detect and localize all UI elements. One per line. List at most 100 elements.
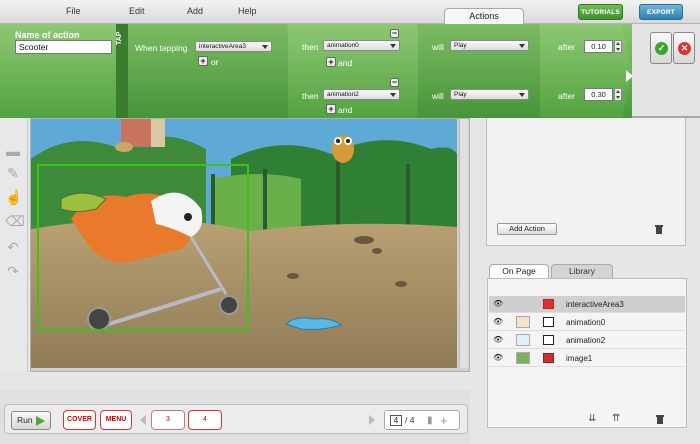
image-icon — [543, 353, 554, 363]
and-label-1: and — [338, 58, 353, 68]
chevron-right-icon[interactable] — [369, 415, 375, 425]
action-editor: Name of action Scooter TAP When tapping … — [0, 24, 700, 118]
object-dropdown-2[interactable]: animation2 — [323, 89, 400, 100]
rock — [287, 273, 299, 279]
rectangle-tool-icon[interactable]: ▬ — [5, 144, 21, 158]
layer-thumbnail — [516, 316, 530, 328]
delay-stepper-2[interactable] — [614, 88, 622, 101]
chevron-down-icon — [519, 93, 525, 97]
trigger-target-dropdown[interactable]: interactiveArea3 — [195, 41, 272, 52]
menu-edit[interactable]: Edit — [129, 6, 145, 16]
after-label-1: after — [558, 42, 576, 52]
object-value-1: animation0 — [327, 42, 359, 49]
paint-brush-icon[interactable]: ✎ — [5, 166, 21, 180]
rock — [395, 281, 407, 287]
add-trigger-button[interactable]: + — [198, 56, 208, 66]
menu-help[interactable]: Help — [238, 6, 257, 16]
remove-row-2-button[interactable]: − — [390, 78, 399, 87]
scooter-wheel — [87, 307, 111, 331]
run-button[interactable]: Run — [11, 411, 51, 430]
chevron-left-icon[interactable] — [140, 415, 146, 425]
layer-row[interactable]: 👁 interactiveArea3 — [489, 296, 685, 313]
menu-add[interactable]: Add — [187, 6, 203, 16]
move-layer-up-icon[interactable]: ⇈ — [612, 413, 620, 424]
eye-icon[interactable]: 👁 — [493, 336, 503, 344]
layer-row[interactable]: 👁 animation0 — [489, 314, 685, 331]
verb-dropdown-2[interactable]: Play — [450, 89, 529, 100]
action-name-input[interactable]: Scooter — [15, 40, 112, 54]
current-page-input[interactable]: 4 — [390, 415, 402, 426]
confirm-action-button[interactable]: ✓ — [650, 32, 672, 64]
page-thumb-3[interactable]: 3 — [151, 410, 185, 430]
action-name-label: Name of action — [15, 30, 80, 40]
animation-icon — [543, 335, 554, 345]
add-action-button[interactable]: Add Action — [497, 223, 557, 235]
verb-dropdown-1[interactable]: Play — [450, 40, 529, 51]
interactive-area-icon — [543, 299, 554, 309]
delay-input-1[interactable]: 0.10 — [584, 40, 613, 53]
rock — [372, 248, 382, 254]
add-page-icon[interactable]: + — [440, 414, 448, 427]
delete-page-icon[interactable]: ▮ — [427, 415, 433, 426]
layers-list: 👁 interactiveArea3 👁 animation0 👁 animat… — [487, 278, 687, 428]
eye-icon[interactable]: 👁 — [493, 300, 503, 308]
layer-name: animation2 — [566, 336, 606, 345]
layer-thumbnail — [516, 334, 530, 346]
after-segment — [540, 24, 632, 118]
will-segment — [418, 24, 548, 118]
move-layer-down-icon[interactable]: ⇊ — [588, 413, 596, 424]
menu-button[interactable]: MENU — [100, 410, 132, 430]
layer-name: interactiveArea3 — [566, 300, 624, 309]
trigger-tag: TAP — [116, 24, 128, 118]
erase-tool-icon[interactable]: ⌫ — [5, 214, 25, 228]
chevron-down-icon — [519, 44, 525, 48]
chevron-down-icon — [390, 44, 396, 48]
cancel-action-button[interactable]: ✕ — [673, 32, 695, 64]
layer-row[interactable]: 👁 animation2 — [489, 332, 685, 349]
page-navigator: Run COVER MENU 3 4 4 / 4 ▮ + — [4, 404, 468, 434]
page-counter: 4 / 4 ▮ + — [384, 410, 460, 430]
page-thumb-4[interactable]: 4 — [188, 410, 222, 430]
tab-on-page[interactable]: On Page — [489, 264, 549, 278]
object-dropdown-1[interactable]: animation0 — [323, 40, 400, 51]
add-and-1-button[interactable]: + — [326, 57, 336, 67]
trash-icon[interactable] — [656, 414, 664, 424]
check-icon: ✓ — [655, 42, 668, 55]
page-canvas[interactable] — [31, 119, 457, 368]
eye-icon[interactable]: 👁 — [493, 354, 503, 362]
delay-stepper-1[interactable] — [614, 40, 622, 53]
menu-bar: File Edit Add Help Actions TUTORIALS EXP… — [0, 0, 700, 24]
tutorials-button[interactable]: TUTORIALS — [578, 4, 623, 20]
collapse-arrow-icon[interactable] — [626, 70, 633, 82]
after-label-2: after — [558, 91, 576, 101]
remove-row-1-button[interactable]: − — [390, 29, 399, 38]
undo-icon[interactable]: ↶ — [5, 240, 21, 254]
cover-button[interactable]: COVER — [63, 410, 96, 430]
canvas-scrollbar[interactable] — [459, 119, 468, 368]
scooter-wheel — [219, 295, 239, 315]
layer-row[interactable]: 👁 image1 — [489, 350, 685, 367]
then-segment — [288, 24, 426, 118]
tab-library[interactable]: Library — [551, 264, 613, 278]
verb-value-1: Play — [454, 42, 467, 49]
eye-icon[interactable]: 👁 — [493, 318, 503, 326]
pointer-hand-icon[interactable]: ☝ — [5, 190, 22, 204]
layer-thumbnail — [516, 352, 530, 364]
and-label-2: and — [338, 105, 353, 115]
left-toolbar: ▬ ✎ ☝ ⌫ ↶ ↷ — [0, 118, 28, 372]
trash-icon[interactable] — [655, 224, 663, 234]
menu-file[interactable]: File — [66, 6, 81, 16]
action-band: Name of action Scooter TAP When tapping … — [0, 24, 632, 118]
layer-name: animation0 — [566, 318, 606, 327]
house-pillar — [151, 119, 165, 147]
delay-input-2[interactable]: 0.30 — [584, 88, 613, 101]
goat-head — [115, 142, 133, 152]
export-button[interactable]: EXPORT — [639, 4, 683, 20]
add-and-2-button[interactable]: + — [326, 104, 336, 114]
tab-actions[interactable]: Actions — [444, 8, 524, 24]
then-label-2: then — [302, 91, 319, 101]
rock — [354, 236, 374, 244]
redo-icon[interactable]: ↷ — [5, 264, 21, 278]
when-label: When tapping — [135, 43, 188, 53]
chevron-down-icon — [262, 45, 268, 49]
